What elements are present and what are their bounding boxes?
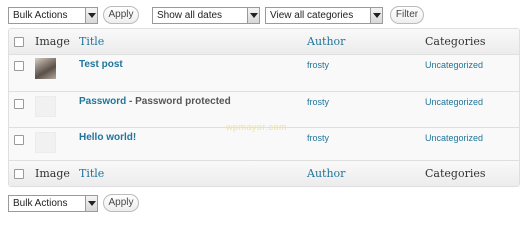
row-checkbox[interactable] [14, 135, 24, 145]
date-filter-select[interactable]: Show all dates [152, 7, 260, 24]
apply-button-bottom[interactable]: Apply [103, 194, 139, 212]
chevron-down-icon [85, 8, 97, 23]
row-checkbox[interactable] [14, 99, 24, 109]
chevron-down-icon [85, 196, 97, 211]
post-state-label: - Password protected [126, 96, 231, 107]
watermark: wpmayor.com [226, 122, 288, 132]
post-thumbnail-placeholder [35, 132, 56, 153]
bulk-actions-selected-value: Bulk Actions [13, 10, 68, 21]
table-header: Image Title Author Categories [9, 29, 519, 55]
column-title-header[interactable]: Title [79, 29, 104, 55]
bulk-actions-select[interactable]: Bulk Actions [8, 7, 98, 24]
post-category-link[interactable]: Uncategorized [425, 133, 483, 143]
post-author-link[interactable]: frosty [307, 60, 329, 70]
column-categories-footer: Categories [425, 167, 486, 180]
date-filter-selected-value: Show all dates [157, 10, 223, 21]
row-checkbox[interactable] [14, 61, 24, 71]
chevron-down-icon [247, 8, 259, 23]
bulk-actions-select-bottom[interactable]: Bulk Actions [8, 195, 98, 212]
post-category-link[interactable]: Uncategorized [425, 60, 483, 70]
apply-button[interactable]: Apply [103, 6, 139, 24]
post-thumbnail-placeholder [35, 96, 56, 117]
category-filter-select[interactable]: View all categories [265, 7, 383, 24]
post-author-link[interactable]: frosty [307, 97, 329, 107]
post-title-link[interactable]: Test post [79, 59, 123, 70]
post-title-text: Password [79, 96, 127, 107]
bulk-actions-selected-value: Bulk Actions [13, 198, 68, 209]
posts-table: Image Title Author Categories Test post … [8, 28, 520, 187]
table-row: Hello world! frosty Uncategorized [9, 127, 519, 163]
select-all-checkbox-footer[interactable] [14, 169, 24, 179]
select-all-checkbox[interactable] [14, 37, 24, 47]
filter-button[interactable]: Filter [390, 6, 424, 24]
post-category-link[interactable]: Uncategorized [425, 97, 483, 107]
column-author-footer[interactable]: Author [307, 161, 345, 186]
post-author-link[interactable]: frosty [307, 133, 329, 143]
column-image-header: Image [35, 35, 70, 48]
post-thumbnail[interactable] [35, 58, 56, 79]
column-categories-header: Categories [425, 35, 486, 48]
column-author-header[interactable]: Author [307, 29, 345, 55]
post-title-link[interactable]: Hello world! [79, 132, 136, 143]
post-title-link[interactable]: Password - Password protected [79, 96, 231, 107]
column-image-footer: Image [35, 167, 70, 180]
column-title-footer[interactable]: Title [79, 161, 104, 186]
category-filter-selected-value: View all categories [270, 10, 354, 21]
chevron-down-icon [370, 8, 382, 23]
table-row: Test post frosty Uncategorized [9, 55, 519, 91]
table-footer: Image Title Author Categories [9, 160, 519, 186]
